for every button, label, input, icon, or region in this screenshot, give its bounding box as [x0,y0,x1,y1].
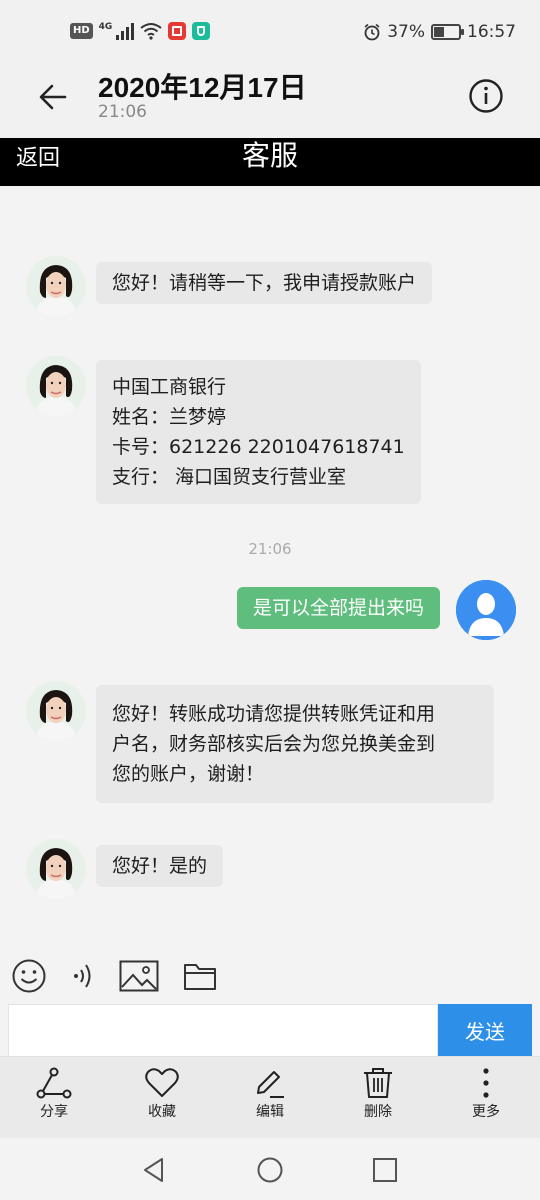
composer-toolbar [0,946,540,1004]
arrow-left-icon [39,84,67,110]
agent-message[interactable]: 您好！请稍等一下，我申请授款账户 [96,262,433,304]
message-text-line: 您的账户，谢谢！ [112,763,265,785]
share-button[interactable]: 分享 [14,1067,94,1121]
wifi-icon [140,23,162,40]
emoji-button[interactable] [9,956,49,996]
bank-branch: 支行： 海口国贸支行营业室 [112,466,347,488]
agent-message[interactable]: 中国工商银行 姓名：兰梦婷 卡号：621226 2201047618741 支行… [96,360,421,504]
agent-avatar-image [26,256,86,316]
hd-badge: HD [70,23,93,39]
composer-row: 发送 [0,1004,540,1056]
square-recents-icon [373,1158,397,1182]
battery-percent: 37% [387,22,425,42]
share-label: 分享 [40,1104,68,1120]
share-icon [36,1067,72,1099]
status-right-icons: 37% 16:57 [363,22,516,42]
more-vertical-icon [483,1068,489,1098]
agent-avatar-image [26,356,86,416]
more-label: 更多 [472,1104,500,1120]
battery-level [434,27,444,37]
message-text-line: 户名，财务部核实后会为您兑换美金到 [112,733,436,755]
favorite-label: 收藏 [148,1104,176,1120]
message-text: 是可以全部提出来吗 [252,597,424,619]
edit-button[interactable]: 编辑 [230,1067,310,1121]
message-text-line: 您好！转账成功请您提供转账凭证和用 [112,703,436,725]
signal-icon [116,22,135,40]
webview-title: 客服 [241,139,298,172]
favorite-button[interactable]: 收藏 [122,1067,202,1121]
trash-icon [364,1068,392,1098]
agent-avatar-image [26,681,86,741]
send-button[interactable]: 发送 [438,1004,532,1056]
more-button[interactable]: 更多 [446,1067,526,1121]
message-text: 您好！请稍等一下，我申请授款账户 [112,272,417,294]
page-title: 2020年12月17日 [98,72,307,103]
system-navigation-bar [0,1138,540,1200]
image-icon [119,960,159,992]
battery-icon [431,24,464,40]
agent-avatar[interactable] [26,681,86,741]
delete-button[interactable]: 删除 [338,1067,418,1121]
back-button[interactable] [30,74,76,120]
bank-name: 中国工商银行 [112,376,227,398]
agent-message[interactable]: 您好！是的 [96,845,224,887]
circle-home-icon [257,1157,283,1183]
nav-back-button[interactable] [140,1156,168,1184]
emoji-icon [12,959,46,993]
agent-avatar[interactable] [26,256,86,316]
nav-recents-button[interactable] [371,1156,399,1184]
voice-button[interactable] [62,956,102,996]
network-type: 4G [98,22,113,32]
time-separator: 21:06 [248,540,292,558]
message-action-bar: 分享 收藏 编辑 删除 更多 [0,1056,540,1138]
status-left-icons: HD 4G [70,22,211,40]
message-input[interactable] [8,1004,438,1056]
account-holder: 姓名：兰梦婷 [112,406,227,428]
clock: 16:57 [467,22,516,42]
nav-home-button[interactable] [256,1156,284,1184]
voice-icon [74,964,91,988]
alarm-icon [364,23,380,41]
user-message[interactable]: 是可以全部提出来吗 [236,587,440,629]
folder-icon [184,964,216,990]
triangle-back-icon [144,1158,163,1182]
chat-header: 2020年12月17日 21:06 [0,64,540,138]
image-button[interactable] [119,956,159,996]
agent-avatar-image [26,839,86,899]
agent-message[interactable]: 您好！转账成功请您提供转账凭证和用 户名，财务部核实后会为您兑换美金到 您的账户… [96,685,494,803]
card-number: 卡号：621226 2201047618741 [112,436,405,458]
chat-area[interactable]: 您好！请稍等一下，我申请授款账户 中国工商银行 姓名：兰梦婷 卡号：621226… [0,186,540,946]
edit-label: 编辑 [256,1104,284,1120]
message-text: 您好！是的 [112,855,208,877]
pencil-icon [257,1071,284,1098]
file-button[interactable] [180,956,220,996]
info-button[interactable] [468,78,504,114]
status-bar: HD 4G 37% 16:57 [0,0,540,64]
info-icon [469,79,503,113]
delete-label: 删除 [364,1104,392,1120]
agent-avatar[interactable] [26,356,86,416]
webview-title-bar: 返回 客服 [0,138,540,186]
shield-app-icon [192,22,211,40]
heart-icon [145,1068,179,1097]
user-avatar-icon [456,580,516,640]
user-avatar[interactable] [456,580,516,640]
reader-app-icon [168,22,187,40]
agent-avatar[interactable] [26,839,86,899]
page-subtitle: 21:06 [98,102,147,122]
